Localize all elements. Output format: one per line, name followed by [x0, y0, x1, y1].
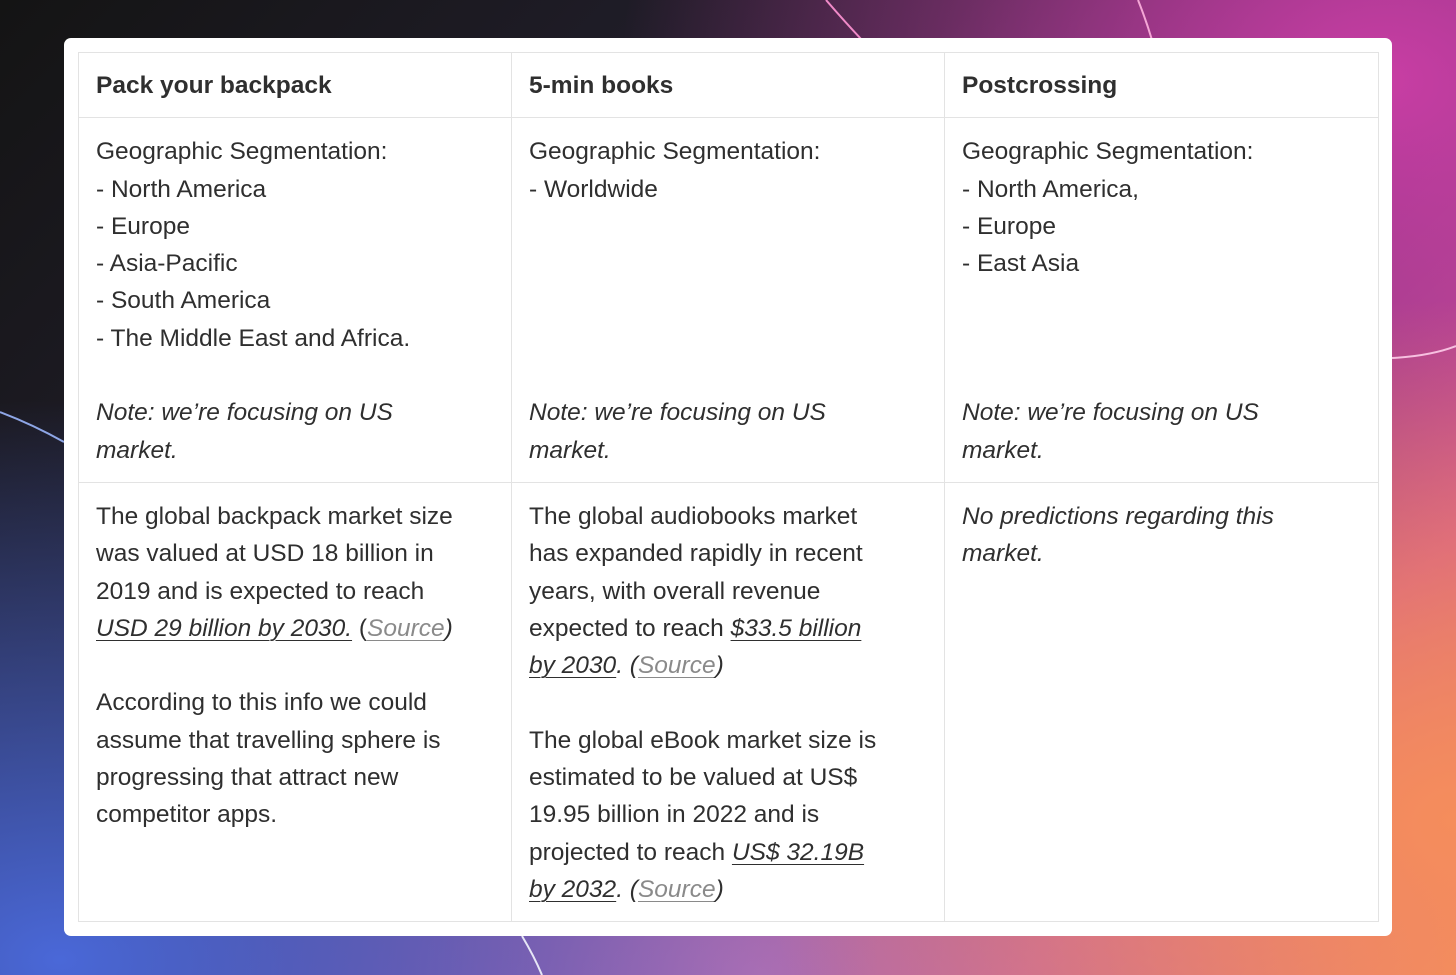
market-row: The global backpack market size was valu…	[78, 481, 1379, 923]
paren-text: . (	[616, 875, 638, 903]
cell-line: Geographic Segmentation:	[529, 138, 821, 166]
cell-line: - Asia-Pacific	[96, 250, 238, 278]
cell-line: - Europe	[962, 212, 1056, 240]
paren-text: )	[715, 875, 724, 903]
cell-text: projected to reach	[529, 838, 732, 866]
cell-line: by 2032. (Source)	[529, 871, 926, 908]
cell-line: - East Asia	[962, 250, 1080, 278]
geo-cell-pack-your-backpack: Geographic Segmentation: - North America…	[78, 117, 512, 483]
cell-line: estimated to be valued at US$	[529, 764, 858, 792]
cell-line: - The Middle East and Africa.	[96, 324, 411, 352]
note-line: market.	[529, 436, 611, 464]
audiobooks-revenue-link[interactable]: $33.5 billion	[731, 615, 862, 642]
header-row: Pack your backpack 5-min books Postcross…	[78, 51, 1379, 119]
cell-line: years, with overall revenue	[529, 577, 821, 605]
column-header: 5-min books	[511, 51, 945, 119]
segmentation-table: Pack your backpack 5-min books Postcross…	[78, 51, 1379, 923]
source-link[interactable]: Source	[638, 652, 716, 679]
cell-line: 19.95 billion in 2022 and is	[529, 801, 820, 829]
cell-line: The global backpack market size	[96, 502, 453, 530]
ebook-market-link[interactable]: US$ 32.19B	[732, 839, 864, 866]
note-line: market.	[962, 436, 1044, 464]
cell-line: - North America,	[962, 175, 1139, 203]
cell-line: - Europe	[96, 212, 190, 240]
paren-text: )	[444, 614, 453, 642]
cell-line: - North America	[96, 175, 267, 203]
source-link[interactable]: Source	[367, 615, 445, 642]
cell-line: assume that travelling sphere is	[96, 726, 441, 754]
cell-line: market.	[962, 540, 1044, 568]
source-link[interactable]: Source	[638, 876, 716, 903]
cell-line: Geographic Segmentation:	[96, 138, 388, 166]
cell-line: expected to reach $33.5 billion	[529, 610, 926, 647]
cell-line: progressing that attract new	[96, 764, 399, 792]
paren-text: (	[352, 614, 368, 642]
cell-line: - South America	[96, 287, 271, 315]
paren-text: )	[715, 652, 724, 680]
cell-line: was valued at USD 18 billion in	[96, 540, 434, 568]
cell-text: expected to reach	[529, 614, 731, 642]
cell-line: projected to reach US$ 32.19B	[529, 834, 926, 871]
note-line: Note: we’re focusing on US	[962, 399, 1259, 427]
geo-cell-postcrossing: Geographic Segmentation: - North America…	[944, 117, 1379, 483]
audiobooks-revenue-link[interactable]: by 2030	[529, 652, 616, 679]
cell-line: has expanded rapidly in recent	[529, 540, 863, 568]
geo-cell-5-min-books: Geographic Segmentation: - Worldwide Not…	[511, 117, 945, 483]
column-header: Pack your backpack	[78, 51, 512, 119]
note-line: Note: we’re focusing on US	[529, 399, 826, 427]
cell-line: The global eBook market size is	[529, 726, 877, 754]
ebook-market-link[interactable]: by 2032	[529, 876, 616, 903]
cell-line: - Worldwide	[529, 175, 658, 203]
cell-line: competitor apps.	[96, 801, 278, 829]
note-line: Note: we’re focusing on US	[96, 399, 393, 427]
cell-line: According to this info we could	[96, 689, 427, 717]
market-cell-5-min-books: The global audiobooks market has expande…	[511, 481, 945, 923]
market-cell-postcrossing: No predictions regarding this market.	[944, 481, 1379, 923]
paren-text: . (	[616, 652, 638, 680]
cell-line: The global audiobooks market	[529, 502, 858, 530]
column-header: Postcrossing	[944, 51, 1379, 119]
market-cell-pack-your-backpack: The global backpack market size was valu…	[78, 481, 512, 923]
cell-line: Geographic Segmentation:	[962, 138, 1254, 166]
cell-line: 2019 and is expected to reach	[96, 577, 425, 605]
cell-line: USD 29 billion by 2030. (Source)	[96, 610, 493, 647]
geographic-row: Geographic Segmentation: - North America…	[78, 117, 1379, 483]
cell-line: by 2030. (Source)	[529, 647, 926, 684]
table-card: Pack your backpack 5-min books Postcross…	[64, 38, 1392, 936]
cell-line: No predictions regarding this	[962, 502, 1274, 530]
market-size-link[interactable]: USD 29 billion by 2030.	[96, 615, 352, 642]
note-line: market.	[96, 436, 178, 464]
